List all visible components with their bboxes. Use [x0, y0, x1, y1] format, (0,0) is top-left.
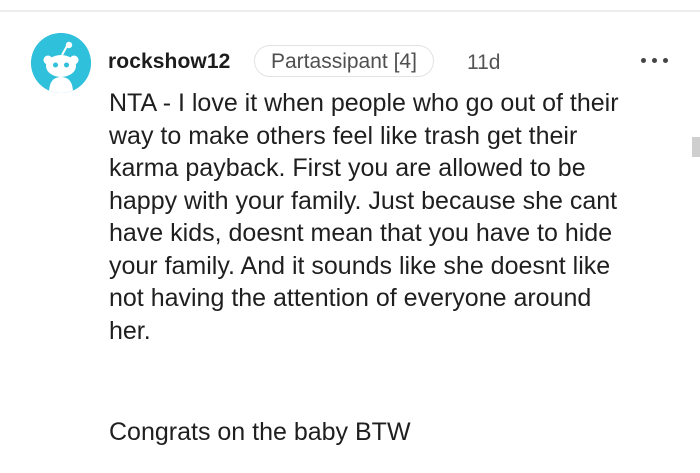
snoo-avatar-icon — [31, 33, 91, 93]
user-avatar[interactable] — [31, 33, 91, 93]
more-options-button[interactable] — [637, 45, 671, 75]
comment-body: NTA - I love it when people who go out o… — [109, 87, 684, 446]
top-divider — [0, 10, 700, 12]
user-flair-badge: Partassipant [4] — [254, 45, 434, 77]
scroll-indicator[interactable] — [692, 137, 700, 157]
comment-paragraph: NTA - I love it when people who go out o… — [109, 89, 619, 345]
comment-screen: rockshow12 Partassipant [4] 11d NTA - I … — [0, 0, 700, 473]
comment-paragraph: Congrats on the baby BTW — [109, 418, 411, 446]
username[interactable]: rockshow12 — [108, 49, 230, 75]
comment-age: 11d — [467, 51, 501, 74]
